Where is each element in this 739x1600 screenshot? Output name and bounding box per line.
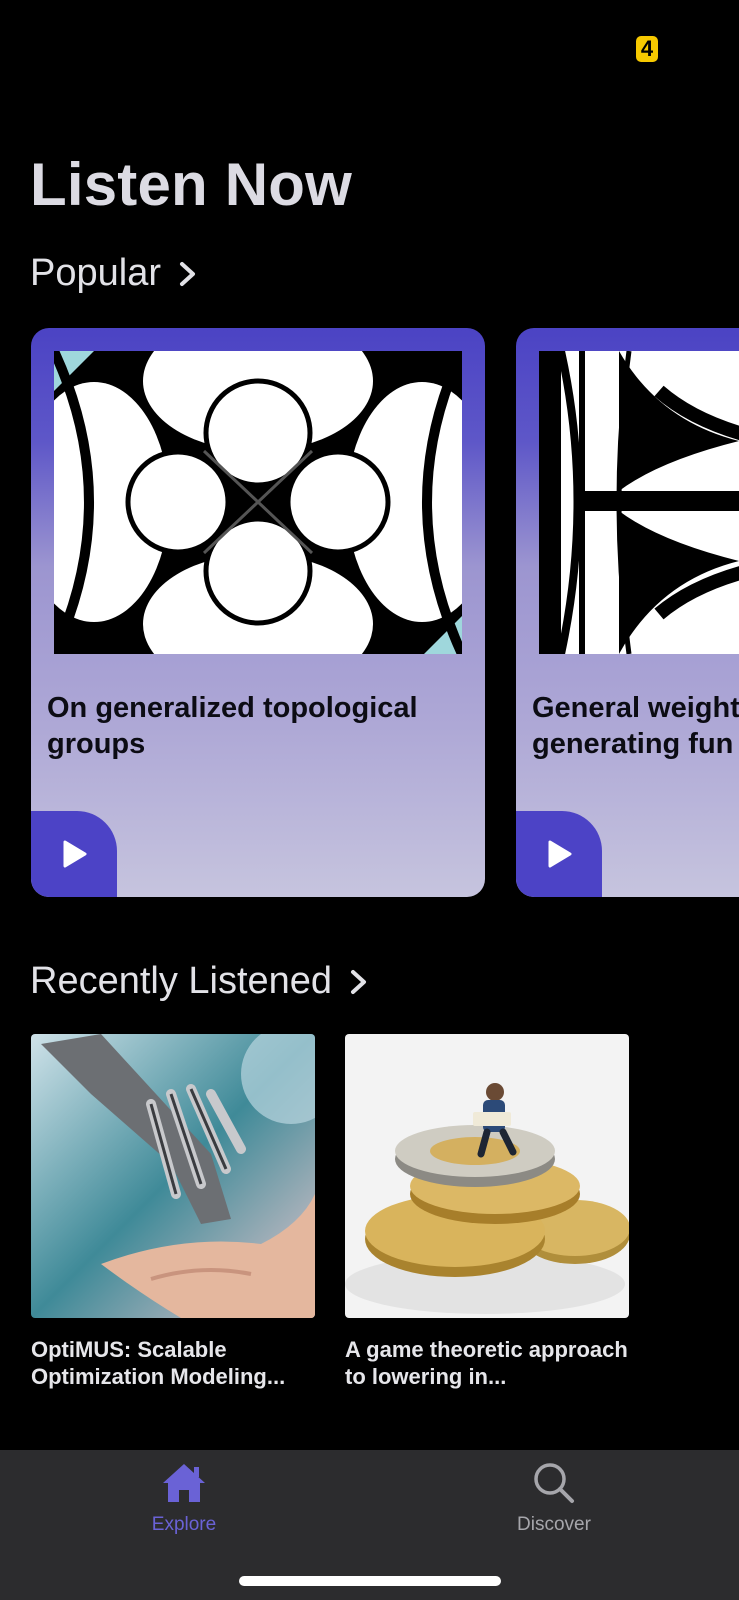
popular-card[interactable]: On generalized topological groups <box>31 328 485 897</box>
play-icon <box>63 840 87 868</box>
recent-item[interactable]: A game theoretic approach to lowering in… <box>345 1034 629 1390</box>
chevron-right-icon <box>179 261 195 286</box>
home-indicator <box>239 1576 501 1586</box>
play-button[interactable] <box>31 811 117 897</box>
tab-explore[interactable]: Explore <box>84 1462 284 1562</box>
recently-listened-section-title: Recently Listened <box>30 960 333 1002</box>
tab-explore-label: Explore <box>151 1514 217 1535</box>
recent-item-thumbnail <box>345 1034 629 1318</box>
card-artwork <box>539 351 739 654</box>
popular-section-title: Popular <box>30 252 161 294</box>
recent-item-title: OptiMUS: Scalable Optimization Modeling.… <box>31 1337 286 1389</box>
page-title: Listen Now <box>30 151 353 218</box>
popular-card[interactable]: General weight and relative inf generati… <box>516 328 739 897</box>
popular-carousel[interactable]: On generalized topological groups Genera… <box>0 328 739 898</box>
recently-listened-section-header[interactable]: Recently Listened <box>30 960 370 1003</box>
card-title: On generalized topological groups <box>47 692 418 760</box>
listen-now-screen: 4 Listen Now Popular On generalized topo… <box>0 0 739 1600</box>
card-title: General weight and relative inf generati… <box>532 692 739 760</box>
chevron-right-icon <box>351 969 367 994</box>
tab-discover-label: Discover <box>517 1514 591 1535</box>
recent-item-title: A game theoretic approach to lowering in… <box>345 1337 628 1389</box>
play-button[interactable] <box>516 811 602 897</box>
popular-section-header[interactable]: Popular <box>30 252 199 295</box>
recent-item-thumbnail <box>31 1034 315 1318</box>
battery-indicator: 4 <box>636 36 658 62</box>
tab-discover[interactable]: Discover <box>454 1462 654 1562</box>
search-icon <box>534 1463 574 1503</box>
card-artwork <box>54 351 462 654</box>
play-icon <box>548 840 572 868</box>
status-bar: 4 <box>0 0 739 96</box>
recent-item[interactable]: OptiMUS: Scalable Optimization Modeling.… <box>31 1034 315 1390</box>
home-icon <box>163 1464 205 1502</box>
